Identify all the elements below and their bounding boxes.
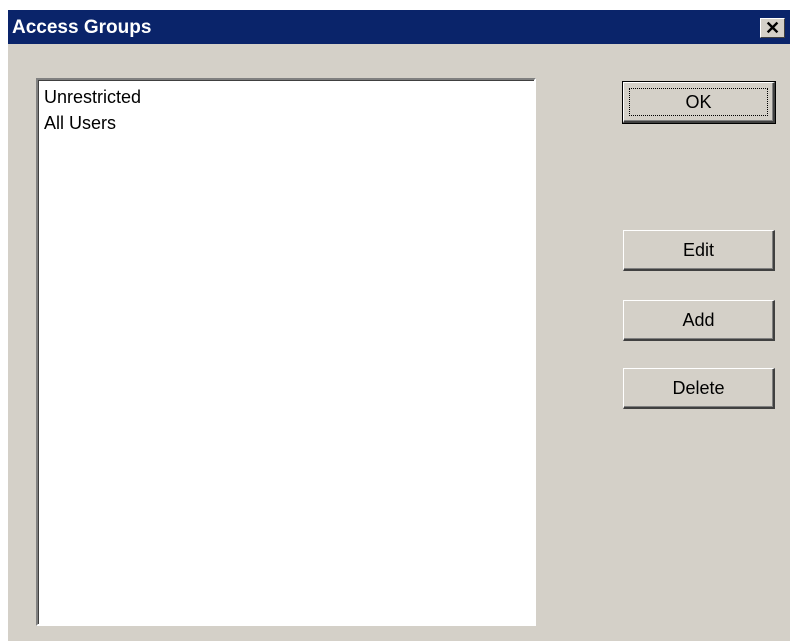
ok-button[interactable]: OK <box>622 81 776 124</box>
delete-button-label: Delete <box>672 377 725 398</box>
list-item[interactable]: All Users <box>42 110 530 136</box>
add-button-label: Add <box>682 309 715 330</box>
access-groups-list[interactable]: Unrestricted All Users <box>36 78 536 626</box>
add-button[interactable]: Add <box>623 300 775 341</box>
edit-button[interactable]: Edit <box>623 230 775 271</box>
title-bar: Access Groups ✕ <box>8 10 790 44</box>
access-groups-dialog: Access Groups ✕ Unrestricted All Users O… <box>8 10 790 641</box>
edit-button-label: Edit <box>682 239 715 260</box>
close-button[interactable]: ✕ <box>760 18 785 38</box>
list-item[interactable]: Unrestricted <box>42 84 530 110</box>
delete-button[interactable]: Delete <box>623 368 775 409</box>
close-icon: ✕ <box>764 18 781 38</box>
focus-rectangle <box>629 88 768 116</box>
window-title: Access Groups <box>12 17 152 38</box>
